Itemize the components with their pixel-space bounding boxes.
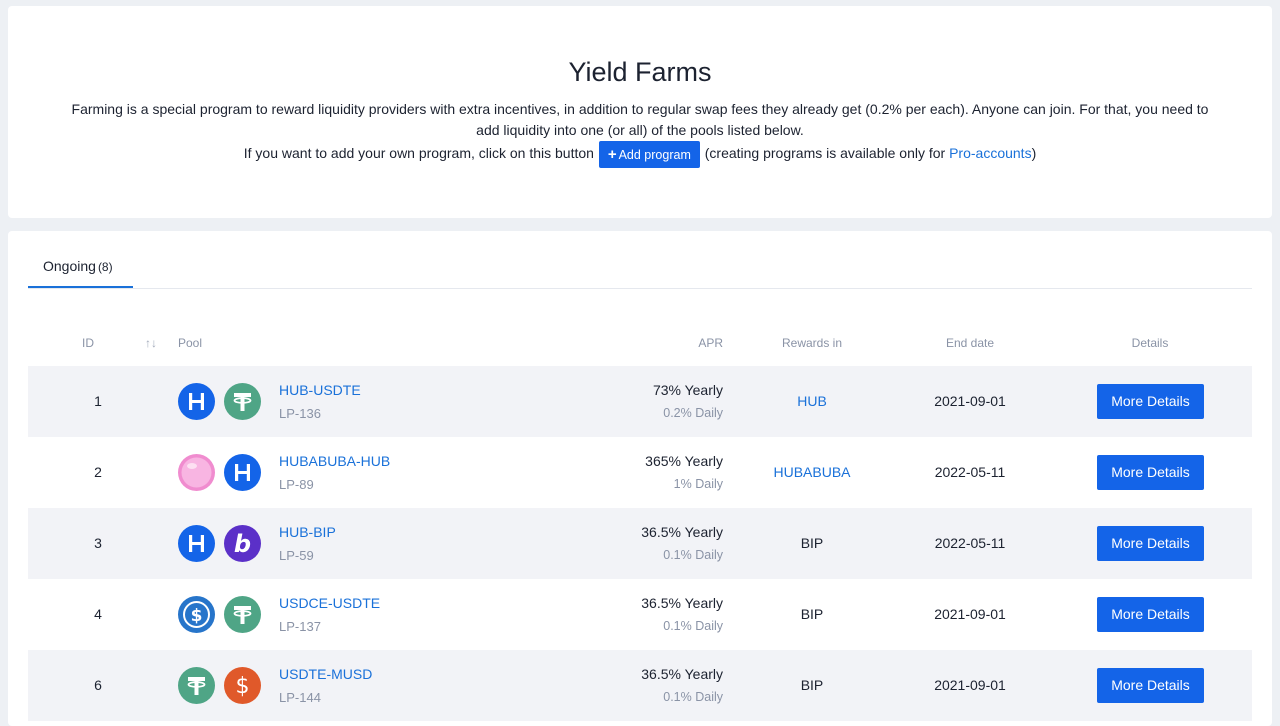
pool-pair-link[interactable]: USDTE-MUSD <box>279 666 372 682</box>
more-details-button[interactable]: More Details <box>1097 668 1204 703</box>
page-description: Farming is a special program to reward l… <box>71 101 1209 138</box>
farms-table-body: 1 HUB-USDTE LP-136 73% Yearly 0.2% Daily… <box>28 366 1252 721</box>
own-program-suffix: (creating programs is available only for <box>704 145 946 162</box>
pool-pair-link[interactable]: HUB-BIP <box>279 524 336 540</box>
column-rewards: Rewards in <box>781 336 843 350</box>
rewards-link[interactable]: HUB <box>752 366 872 437</box>
apr-yearly: 36.5% Yearly <box>641 524 723 540</box>
more-details-button[interactable]: More Details <box>1097 455 1204 490</box>
apr-yearly: 36.5% Yearly <box>641 666 723 682</box>
pool-lp: LP-137 <box>279 619 321 634</box>
column-id: ID <box>82 336 94 350</box>
own-program-line: If you want to add your own program, cli… <box>8 141 1272 168</box>
svg-text:$: $ <box>236 674 250 699</box>
pool-pair-link[interactable]: HUBABUBA-HUB <box>279 453 390 469</box>
end-date: 2021-09-01 <box>934 393 1006 409</box>
apr-daily: 0.1% Daily <box>663 619 723 633</box>
tether-icon <box>178 667 215 704</box>
column-details: Details <box>1131 336 1169 350</box>
tether-icon <box>224 383 261 420</box>
end-date: 2022-05-11 <box>934 535 1006 551</box>
more-details-button[interactable]: More Details <box>1097 597 1204 632</box>
pool-lp: LP-144 <box>279 690 321 705</box>
rewards-token: BIP <box>800 606 824 622</box>
apr-yearly: 36.5% Yearly <box>641 595 723 611</box>
apr-daily: 1% Daily <box>673 477 723 491</box>
table-row: 3 b HUB-BIP LP-59 36.5% Yearly 0.1% Dail… <box>28 508 1252 579</box>
row-id: 3 <box>94 535 102 551</box>
table-row: 4 $ USDCE-USDTE LP-137 36.5% Yearly 0.1%… <box>28 579 1252 650</box>
add-program-button[interactable]: + Add program <box>598 141 700 168</box>
apr-daily: 0.1% Daily <box>663 690 723 704</box>
end-date: 2021-09-01 <box>934 677 1006 693</box>
more-details-button[interactable]: More Details <box>1097 526 1204 561</box>
pool-pair-link[interactable]: HUB-USDTE <box>279 382 361 398</box>
rewards-token: BIP <box>800 677 824 693</box>
usdc-icon: $ <box>178 596 215 633</box>
tab-ongoing[interactable]: Ongoing (8) <box>28 231 133 288</box>
end-date: 2021-09-01 <box>934 606 1006 622</box>
farms-card: Ongoing (8) ID ↑↓ Pool APR Rewards in End… <box>8 231 1272 726</box>
hero-card: Yield Farms Farming is a special program… <box>8 6 1272 218</box>
add-program-label: Add program <box>618 148 691 162</box>
hub-icon <box>224 454 261 491</box>
column-end-date: End date <box>945 336 995 350</box>
pool-pair-link[interactable]: USDCE-USDTE <box>279 595 380 611</box>
table-row: 1 HUB-USDTE LP-136 73% Yearly 0.2% Daily… <box>28 366 1252 437</box>
rewards-token: BIP <box>800 535 824 551</box>
column-pool: Pool <box>178 336 203 350</box>
table-header: ID ↑↓ Pool APR Rewards in End date Detai… <box>28 334 1252 354</box>
pool-lp: LP-89 <box>279 477 314 492</box>
tabs-bar: Ongoing (8) <box>28 231 1252 289</box>
hub-icon <box>178 383 215 420</box>
bubblegum-icon <box>178 454 215 491</box>
end-date: 2022-05-11 <box>934 464 1006 480</box>
plus-icon: + <box>607 146 617 163</box>
row-id: 1 <box>94 393 102 409</box>
more-details-button[interactable]: More Details <box>1097 384 1204 419</box>
tab-ongoing-count: (8) <box>97 260 113 274</box>
row-id: 6 <box>94 677 102 693</box>
musd-icon: $ <box>224 667 261 704</box>
table-row: 2 HUBABUBA-HUB LP-89 365% Yearly 1% Dail… <box>28 437 1252 508</box>
apr-yearly: 365% Yearly <box>645 453 723 469</box>
sort-icon[interactable]: ↑↓ <box>145 336 157 350</box>
rewards-link[interactable]: HUBABUBA <box>752 437 872 508</box>
apr-daily: 0.1% Daily <box>663 548 723 562</box>
own-program-prefix: If you want to add your own program, cli… <box>243 145 594 162</box>
pro-accounts-link[interactable]: Pro-accounts <box>949 145 1031 161</box>
column-apr: APR <box>698 336 723 350</box>
apr-daily: 0.2% Daily <box>663 406 723 420</box>
apr-yearly: 73% Yearly <box>652 382 723 398</box>
page-title: Yield Farms <box>568 57 712 87</box>
pool-lp: LP-136 <box>279 406 321 421</box>
row-id: 4 <box>94 606 102 622</box>
hub-icon <box>178 525 215 562</box>
table-row: 6 $ USDTE-MUSD LP-144 36.5% Yearly 0.1% … <box>28 650 1252 721</box>
svg-text:$: $ <box>191 606 203 626</box>
bip-icon: b <box>224 525 261 562</box>
closing-paren: ) <box>1031 145 1037 162</box>
pool-lp: LP-59 <box>279 548 314 563</box>
row-id: 2 <box>94 464 102 480</box>
tether-icon <box>224 596 261 633</box>
tab-ongoing-label: Ongoing <box>43 258 96 274</box>
svg-text:b: b <box>234 530 251 558</box>
